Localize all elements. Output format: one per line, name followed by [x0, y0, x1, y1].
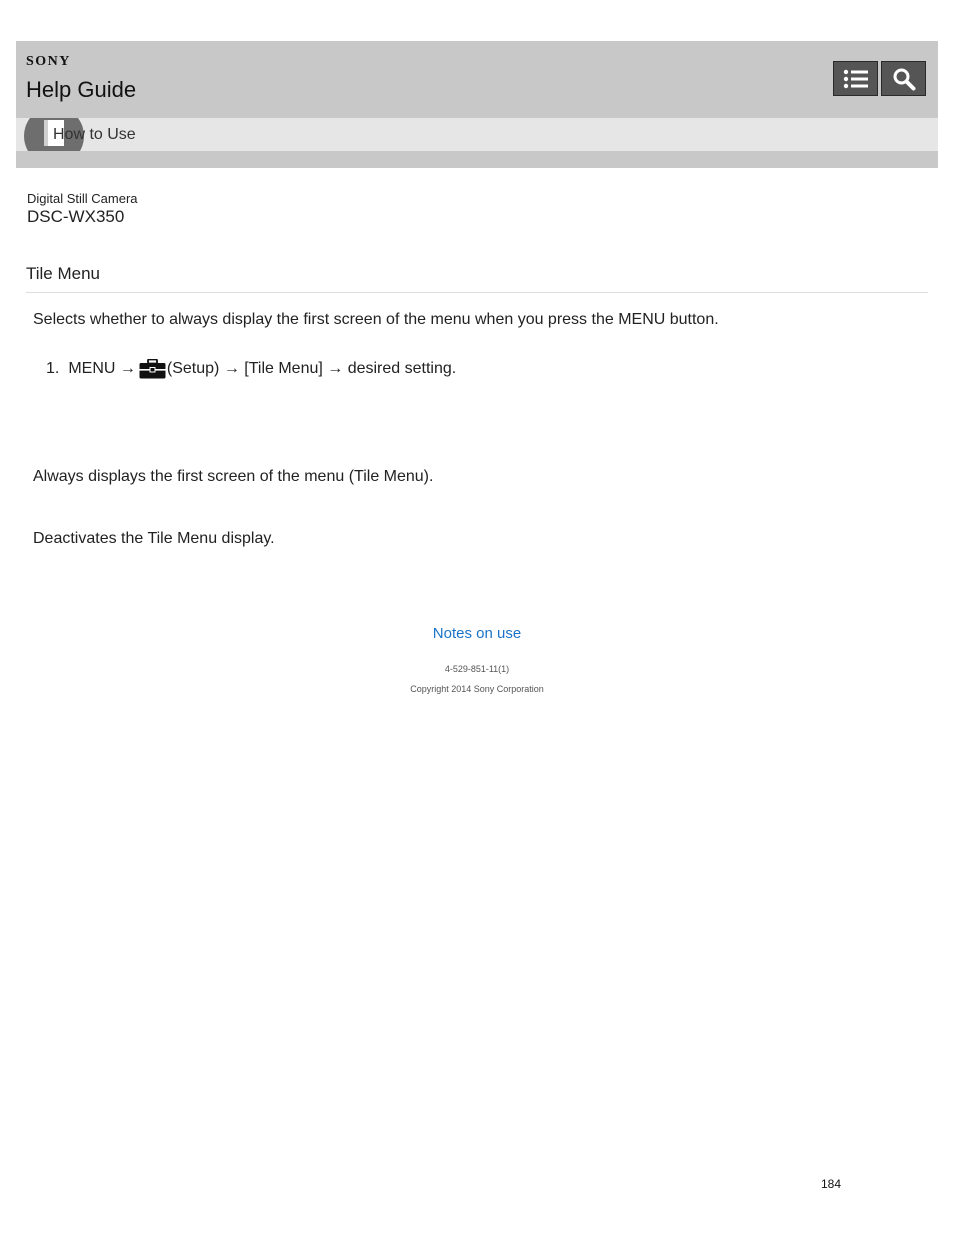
page-number: 184 — [821, 1177, 842, 1191]
search-icon — [893, 68, 915, 90]
step-number: 1. — [46, 360, 60, 377]
intro-text: Selects whether to always display the fi… — [33, 311, 719, 328]
product-type: Digital Still Camera — [27, 191, 138, 206]
procedure-step: 1. MENU → (Setup) → [Tile Menu] → desire… — [46, 359, 456, 379]
list-icon — [843, 69, 868, 88]
search-button[interactable] — [881, 61, 926, 96]
page-title: Tile Menu — [26, 264, 101, 283]
breadcrumb-how-to-use[interactable]: How to Use — [53, 126, 136, 144]
option-on-description: Always displays the first screen of the … — [33, 468, 434, 485]
product-model: DSC-WX350 — [27, 207, 125, 226]
document-code: 4-529-851-11(1) — [444, 664, 510, 674]
notes-on-use-link[interactable]: Notes on use — [0, 625, 954, 642]
toolbox-icon — [139, 359, 166, 379]
copyright: Copyright 2014 Sony Corporation — [410, 684, 544, 694]
brand-logo: SONY — [26, 54, 71, 69]
guide-title: Help Guide — [26, 77, 137, 102]
option-off-description: Deactivates the Tile Menu display. — [33, 530, 275, 547]
step-suffix: (Setup) → [Tile Menu] → desired setting. — [166, 360, 457, 377]
header-bar: SONY Help Guide How to Use — [16, 41, 938, 168]
breadcrumb: How to Use — [16, 118, 938, 151]
table-of-contents-button[interactable] — [833, 61, 878, 96]
title-divider — [26, 292, 928, 293]
step-prefix: MENU → — [68, 360, 136, 377]
